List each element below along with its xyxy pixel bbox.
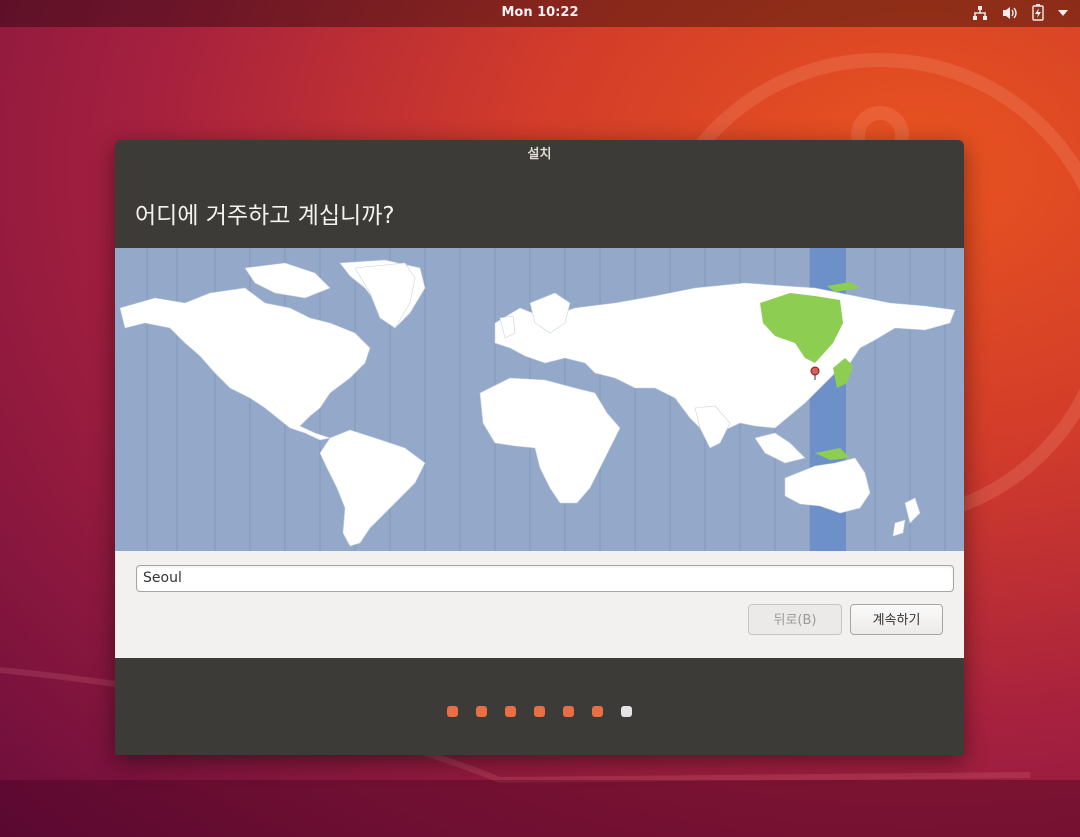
progress-footer	[115, 658, 964, 755]
progress-dot	[476, 706, 487, 717]
page-heading: 어디에 거주하고 계십니까?	[135, 203, 395, 229]
progress-dot	[534, 706, 545, 717]
window-title[interactable]: 설치	[115, 140, 964, 170]
battery-icon[interactable]	[1032, 4, 1044, 21]
progress-dot	[447, 706, 458, 717]
installer-window: 설치 어디에 거주하고 계십니까? Seoul 뒤로(B) 계속하기	[115, 140, 964, 755]
top-bar: Mon 10:22	[0, 0, 1080, 27]
progress-dots	[447, 706, 632, 717]
progress-dot	[592, 706, 603, 717]
location-panel: Seoul 뒤로(B) 계속하기	[115, 551, 964, 658]
clock[interactable]: Mon 10:22	[0, 5, 1080, 20]
progress-dot	[563, 706, 574, 717]
network-icon[interactable]	[972, 5, 988, 21]
progress-dot	[505, 706, 516, 717]
continue-button[interactable]: 계속하기	[850, 604, 943, 635]
progress-dot-current	[621, 706, 632, 717]
system-tray[interactable]	[972, 4, 1068, 21]
timezone-map[interactable]	[115, 248, 964, 551]
volume-icon[interactable]	[1002, 5, 1018, 21]
city-input[interactable]: Seoul	[136, 565, 954, 592]
menu-arrow-icon[interactable]	[1058, 9, 1068, 16]
back-button[interactable]: 뒤로(B)	[748, 604, 842, 635]
